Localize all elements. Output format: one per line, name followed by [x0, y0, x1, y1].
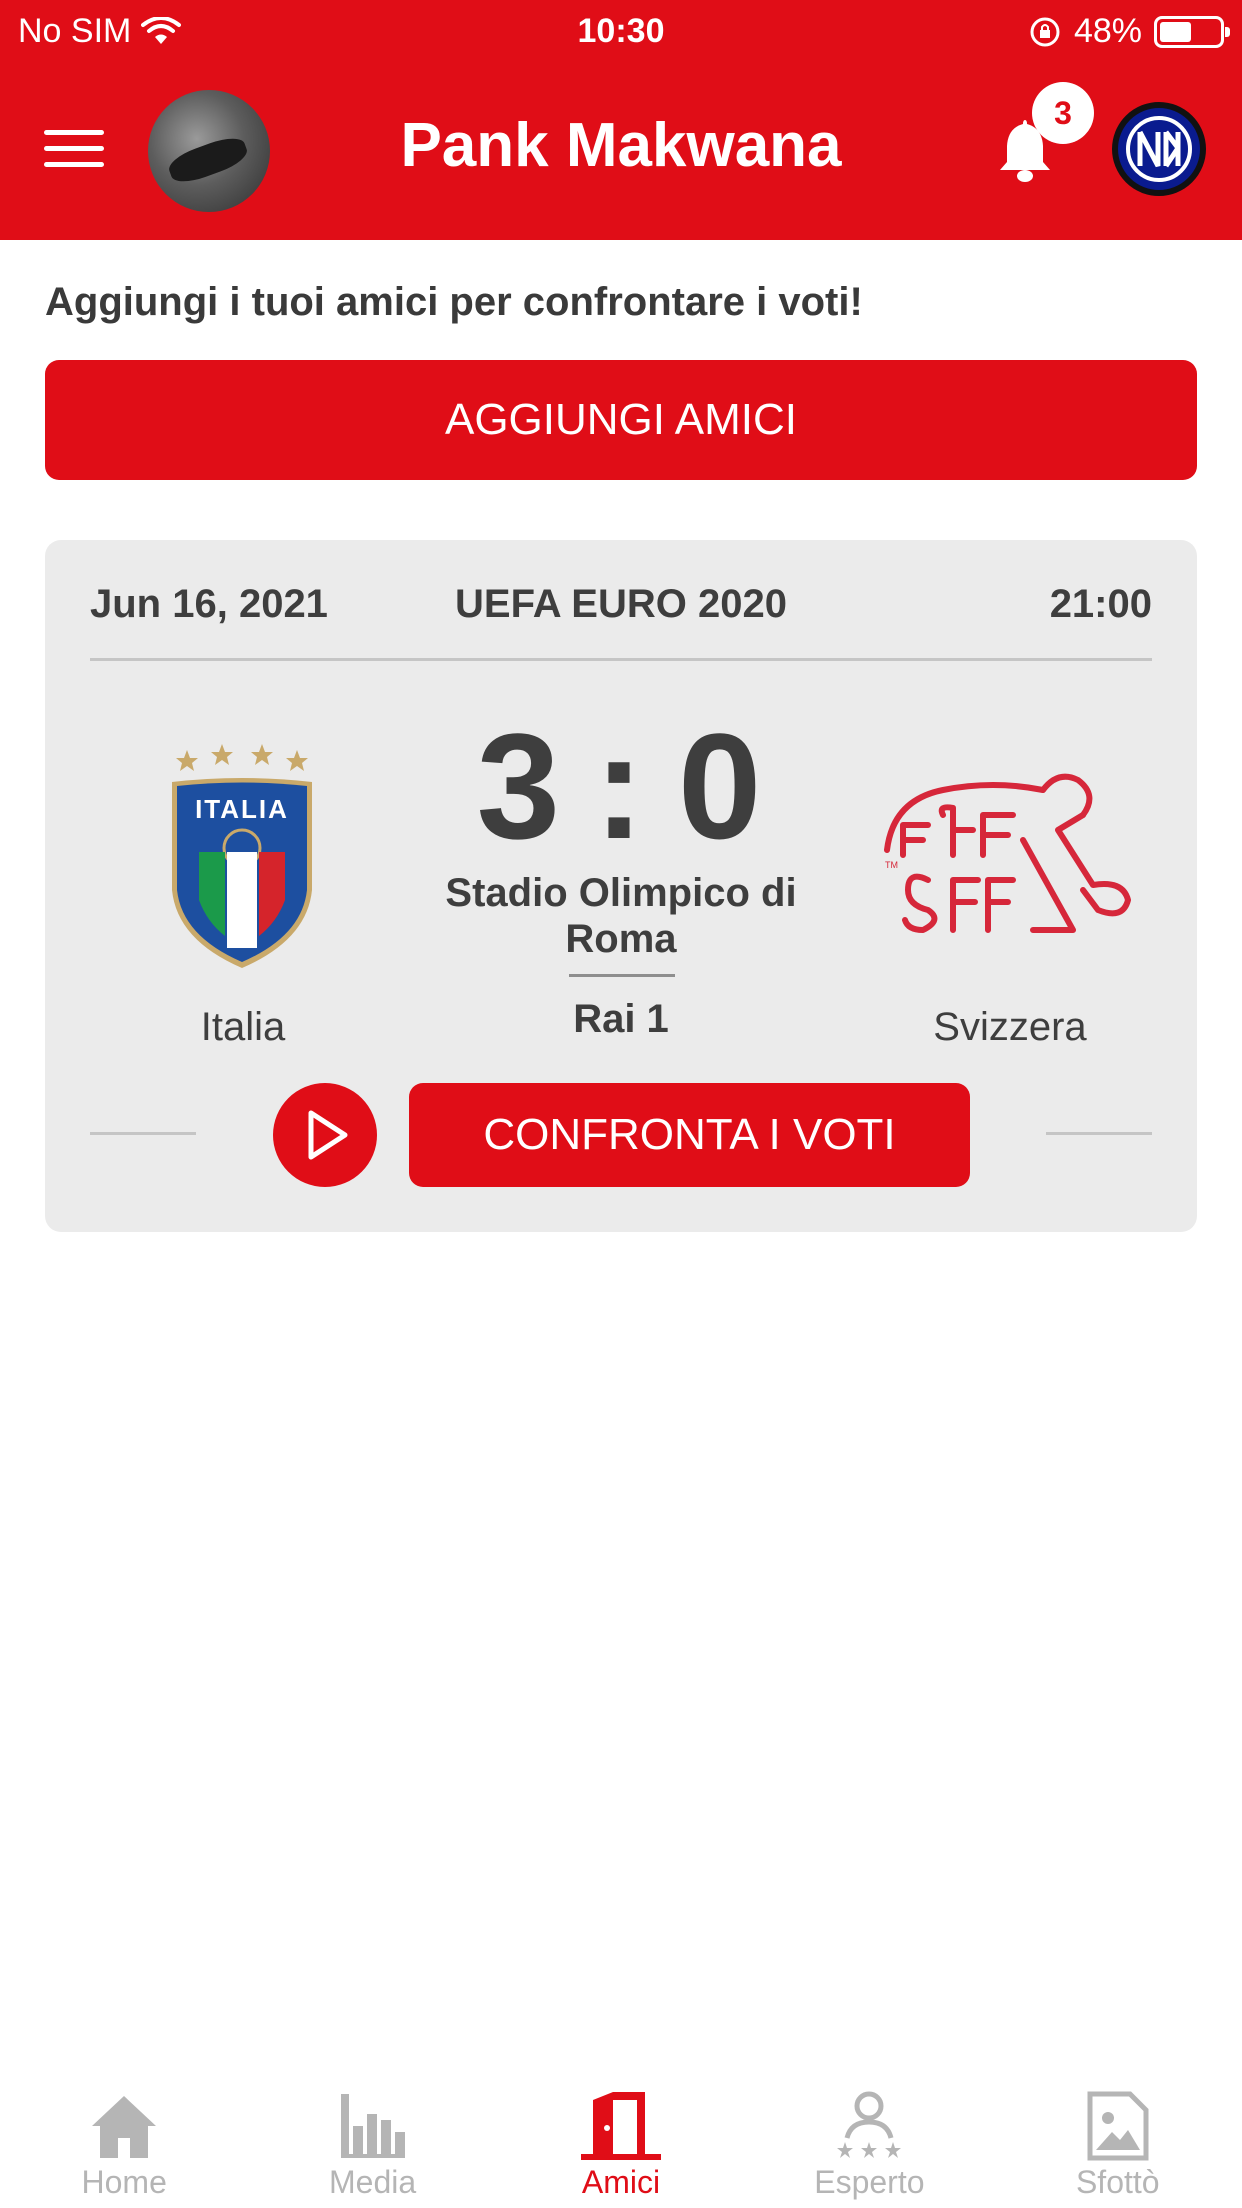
door-icon — [580, 2092, 661, 2160]
tab-home-label: Home — [81, 2164, 167, 2200]
home-icon — [92, 2096, 157, 2158]
nav-bar: Pank Makwana 3 — [0, 80, 1242, 220]
score-separator: : — [594, 702, 648, 870]
tab-esperto[interactable]: Esperto — [745, 2058, 993, 2208]
app-header: No SIM 10:30 48% Pank Makwana 3 — [0, 0, 1242, 240]
match-venue: Stadio Olimpico di Roma — [445, 871, 797, 961]
card-divider — [90, 658, 1152, 661]
match-time: 21:00 — [1049, 582, 1152, 626]
battery-percent: 48% — [1073, 12, 1142, 50]
image-icon — [1087, 2091, 1149, 2161]
match-card: Jun 16, 2021 UEFA EURO 2020 21:00 ITALIA… — [45, 540, 1197, 1232]
tab-sfotto[interactable]: Sfottò — [994, 2058, 1242, 2208]
rotation-lock-icon — [1030, 17, 1060, 46]
home-score: 3 — [476, 702, 565, 870]
inter-monogram-icon — [1137, 130, 1181, 168]
play-button[interactable] — [273, 1083, 377, 1187]
battery-icon — [1154, 15, 1230, 48]
club-logo-icon[interactable] — [1112, 102, 1206, 196]
away-team-name: Svizzera — [933, 1005, 1087, 1049]
compare-votes-button[interactable]: CONFRONTA I VOTI — [409, 1083, 970, 1187]
invite-prompt: Aggiungi i tuoi amici per confrontare i … — [45, 280, 863, 324]
tab-amici-label: Amici — [581, 2164, 661, 2200]
expert-stars-icon — [837, 2091, 902, 2158]
add-friends-button[interactable]: AGGIUNGI AMICI — [45, 360, 1197, 480]
tab-esperto-label: Esperto — [814, 2164, 925, 2200]
bar-chart-icon — [340, 2094, 405, 2158]
status-right: 48% — [1028, 12, 1230, 51]
svg-text:TM: TM — [885, 860, 898, 870]
status-bar: No SIM 10:30 48% — [0, 0, 1242, 62]
tab-media-label: Media — [329, 2164, 417, 2200]
match-competition: UEFA EURO 2020 — [455, 582, 787, 626]
bottom-tab-bar: Home Media Amici Esperto Sfottò — [0, 2058, 1242, 2208]
tab-sfotto-label: Sfottò — [1075, 2164, 1160, 2200]
switzerland-crest-icon: TM — [884, 773, 1131, 933]
tab-home[interactable]: Home — [0, 2058, 248, 2208]
left-divider — [90, 1132, 196, 1135]
tab-amici[interactable]: Amici — [497, 2058, 745, 2208]
play-icon — [308, 1110, 348, 1160]
right-divider — [1046, 1132, 1152, 1135]
notification-badge: 3 — [1032, 82, 1094, 144]
away-score: 0 — [677, 702, 766, 870]
tab-media[interactable]: Media — [248, 2058, 496, 2208]
venue-divider — [569, 974, 675, 977]
